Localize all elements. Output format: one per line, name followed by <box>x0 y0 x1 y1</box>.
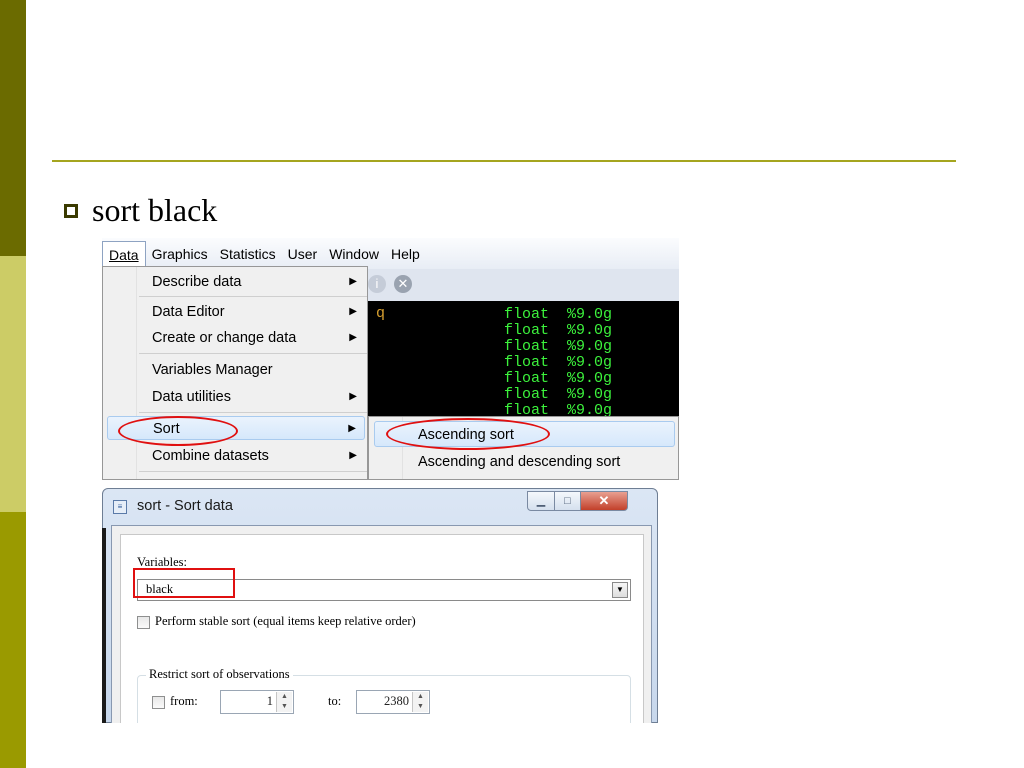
break-icon[interactable]: ✕ <box>394 275 412 293</box>
main-tab-panel: Variables: black ▼ Perform stable sort (… <box>120 534 644 723</box>
submenu-arrow-icon: ▶ <box>348 423 356 434</box>
title-divider <box>52 160 956 162</box>
console-row: float %9.0g <box>504 355 612 371</box>
spinner-arrows-icon[interactable]: ▲ ▼ <box>412 692 428 712</box>
close-button[interactable]: ✕ <box>580 491 628 511</box>
side-bar-middle <box>0 256 26 512</box>
console-type: float <box>504 322 550 339</box>
menu-item-combine-datasets[interactable]: Combine datasets ▶ <box>139 444 367 468</box>
console-format: %9.0g <box>567 338 613 355</box>
console-format: %9.0g <box>567 370 613 387</box>
sort-dialog-screenshot: ≡ sort - Sort data ▁ □ ✕ Variables: blac… <box>102 488 658 723</box>
console-format: %9.0g <box>567 322 613 339</box>
submenu-item-ascending-sort[interactable]: Ascending sort <box>374 421 675 447</box>
from-value: 1 <box>266 694 273 708</box>
console-format: %9.0g <box>567 306 613 323</box>
minimize-button[interactable]: ▁ <box>527 491 555 511</box>
highlight-box-variables <box>133 568 235 598</box>
console-format: %9.0g <box>567 386 613 403</box>
from-spinner[interactable]: 1 ▲ ▼ <box>220 690 294 714</box>
bullet-item: sort black <box>64 190 217 230</box>
spinner-arrows-icon[interactable]: ▲ ▼ <box>276 692 292 712</box>
submenu-arrow-icon: ▶ <box>349 306 357 317</box>
menu-item-variables-manager[interactable]: Variables Manager <box>139 358 367 382</box>
stable-sort-label: Perform stable sort (equal items keep re… <box>155 614 416 628</box>
menu-item-data-utilities[interactable]: Data utilities ▶ <box>139 385 367 409</box>
menu-item-create-change-data[interactable]: Create or change data ▶ <box>139 326 367 350</box>
console-type: float <box>504 354 550 371</box>
submenu-item-asc-desc-sort[interactable]: Ascending and descending sort <box>405 449 675 475</box>
menu-statistics[interactable]: Statistics <box>214 242 282 266</box>
menu-screenshot: Data Graphics Statistics User Window Hel… <box>102 238 679 480</box>
from-label: from: <box>170 694 198 708</box>
menu-help[interactable]: Help <box>385 242 426 266</box>
menu-window[interactable]: Window <box>323 242 385 266</box>
background-window-edge <box>102 528 106 723</box>
console-type: float <box>504 338 550 355</box>
stable-sort-checkbox[interactable] <box>137 616 150 629</box>
info-icon[interactable]: i <box>368 275 386 293</box>
submenu-arrow-icon: ▶ <box>349 391 357 402</box>
dialog-title: sort - Sort data <box>137 498 233 514</box>
console-type: float <box>504 386 550 403</box>
maximize-button[interactable]: □ <box>554 491 581 511</box>
submenu-arrow-icon: ▶ <box>349 332 357 343</box>
bullet-text: sort black <box>92 191 218 228</box>
submenu-arrow-icon: ▶ <box>349 450 357 461</box>
console-format: %9.0g <box>567 354 613 371</box>
menu-user[interactable]: User <box>282 242 324 266</box>
restrict-group-label: Restrict sort of observations <box>146 667 293 682</box>
console-row: float %9.0g <box>504 307 612 323</box>
sort-submenu: Ascending sort Ascending and descending … <box>368 416 679 480</box>
side-bar-top <box>0 0 26 256</box>
console-row: float %9.0g <box>504 339 612 355</box>
from-checkbox[interactable] <box>152 696 165 709</box>
console-type: float <box>504 370 550 387</box>
submenu-arrow-icon: ▶ <box>349 276 357 287</box>
menu-item-describe-data[interactable]: Describe data ▶ <box>139 270 367 294</box>
console-fragment: q <box>376 305 386 322</box>
square-bullet-icon <box>64 204 78 218</box>
restrict-group: Restrict sort of observations from: 1 ▲ ▼… <box>137 667 631 723</box>
console-type: float <box>504 306 550 323</box>
dialog-app-icon: ≡ <box>113 500 127 514</box>
menu-graphics[interactable]: Graphics <box>146 242 214 266</box>
to-value: 2380 <box>384 694 409 708</box>
to-label: to: <box>328 694 342 708</box>
dialog-window: ≡ sort - Sort data ▁ □ ✕ Variables: blac… <box>102 488 658 723</box>
toolbar: i ✕ <box>368 269 679 301</box>
data-menu-dropdown: Describe data ▶ Data Editor ▶ Create or ch… <box>102 266 368 480</box>
chevron-down-icon[interactable]: ▼ <box>612 582 628 598</box>
menu-item-sort[interactable]: Sort ▶ <box>107 416 365 440</box>
console-row: float %9.0g <box>504 323 612 339</box>
side-bar-bottom <box>0 512 26 768</box>
dialog-body: Variables: black ▼ Perform stable sort (… <box>111 525 652 723</box>
menubar: Data Graphics Statistics User Window Hel… <box>102 238 679 270</box>
menu-item-data-editor[interactable]: Data Editor ▶ <box>139 300 367 324</box>
console-row: float %9.0g <box>504 387 612 403</box>
to-spinner[interactable]: 2380 ▲ ▼ <box>356 690 430 714</box>
console-row: float %9.0g <box>504 371 612 387</box>
